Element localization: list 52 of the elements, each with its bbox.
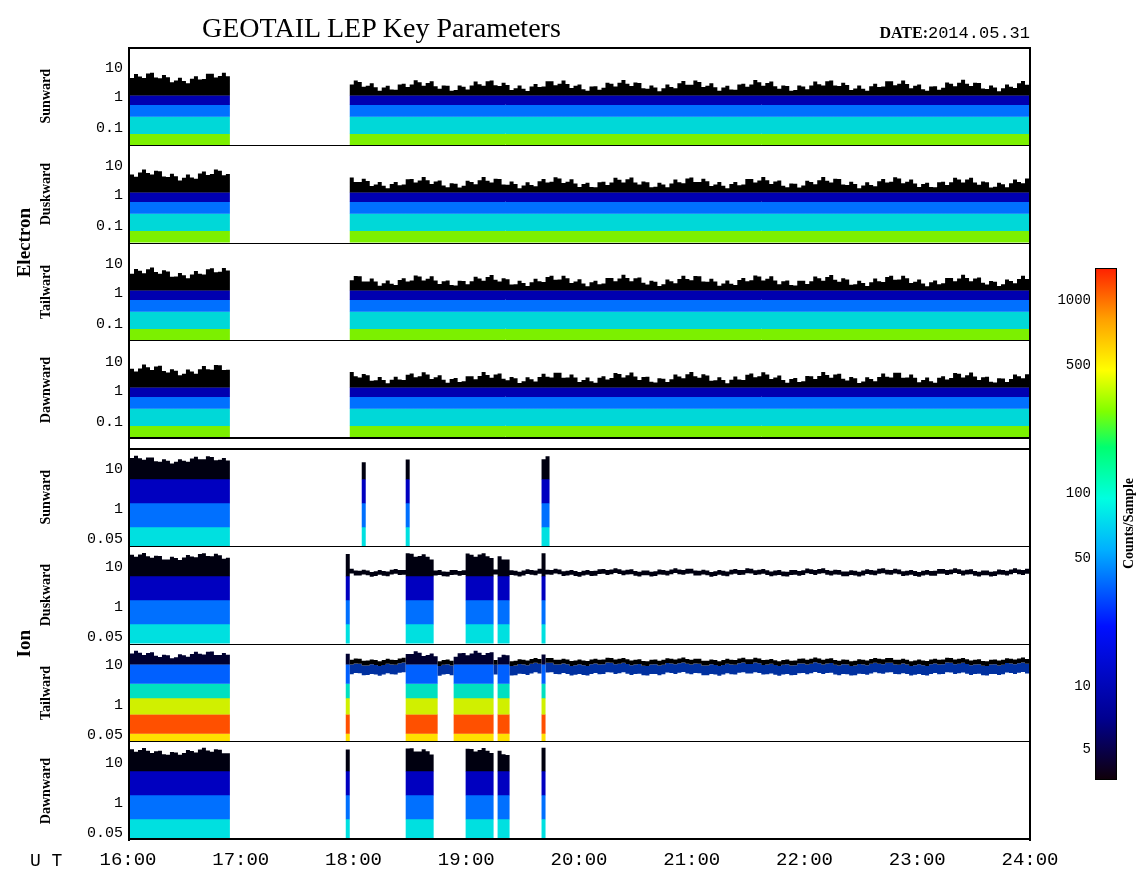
axis-tick-label: 0.1 <box>96 120 123 136</box>
date-label: DATE:2014.05.31 <box>879 24 1030 43</box>
chart-title: GEOTAIL LEP Key Parameters <box>202 12 561 44</box>
colorbar-tick-label: 5 <box>1082 742 1091 757</box>
axis-tick-label: 18:00 <box>325 851 382 870</box>
panel-label: Sunward <box>38 469 54 525</box>
group-label: Electron <box>12 208 35 278</box>
axis-tick-label: 1 <box>114 599 123 615</box>
axis-tick-label: 0.05 <box>87 629 123 645</box>
colorbar-title: Counts/Sample <box>1121 478 1137 570</box>
axis-tick-label: 22:00 <box>776 851 833 870</box>
axis-tick-label: 1 <box>114 795 123 811</box>
axis-tick-label: 24:00 <box>1001 851 1059 870</box>
axis-tick-label: 17:00 <box>212 851 270 870</box>
axis-tick-label: 0.05 <box>87 727 123 743</box>
axis-tick-label: 0.1 <box>96 414 123 430</box>
axis-tick-label: 0.05 <box>87 531 123 547</box>
axis-tick-label: 20:00 <box>550 851 608 870</box>
panel-label: Dawnward <box>38 757 54 825</box>
axis-tick-label: 10 <box>105 461 123 477</box>
axis-tick-label: 10 <box>105 559 123 575</box>
axis-tick-label: 1 <box>114 89 123 105</box>
panel-label: Dawnward <box>38 356 54 424</box>
axis-tick-label: 1 <box>114 697 123 713</box>
axis-tick-label: 0.05 <box>87 825 123 841</box>
axis-tick-label: 16:00 <box>99 851 157 870</box>
colorbar-tick-label: 500 <box>1065 358 1091 373</box>
colorbar-tick-label: 10 <box>1074 678 1091 693</box>
colorbar-tick-label: 100 <box>1065 486 1091 501</box>
colorbar-tick-label: 50 <box>1074 550 1091 565</box>
axis-tick-label: 23:00 <box>888 851 946 870</box>
panel-label: Sunward <box>38 68 54 124</box>
axis-tick-label: 1 <box>114 383 123 399</box>
axis-tick-label: 0.1 <box>96 218 123 234</box>
axis-tick-label: 10 <box>105 256 123 272</box>
axis-tick-label: 1 <box>114 285 123 301</box>
axis-tick-label: 10 <box>105 60 123 76</box>
panel-label: Tailward <box>38 666 54 720</box>
colorbar-tick-label: 1000 <box>1057 293 1091 308</box>
axis-tick-label: 19:00 <box>437 851 495 870</box>
axis-tick-label: 1 <box>114 187 123 203</box>
panel-label: Duskward <box>38 563 54 627</box>
axis-tick-label: 21:00 <box>663 851 721 870</box>
group-label: Ion <box>12 630 35 658</box>
axis-tick-label: 1 <box>114 501 123 517</box>
axis-tick-label: 0.1 <box>96 316 123 332</box>
axis-tick-label: 10 <box>105 354 123 370</box>
axis-tick-label: 10 <box>105 657 123 673</box>
panel-label: Duskward <box>38 162 54 226</box>
panel-label: Tailward <box>38 265 54 319</box>
axis-tick-label: 10 <box>105 755 123 771</box>
axis-tick-label: 10 <box>105 158 123 174</box>
